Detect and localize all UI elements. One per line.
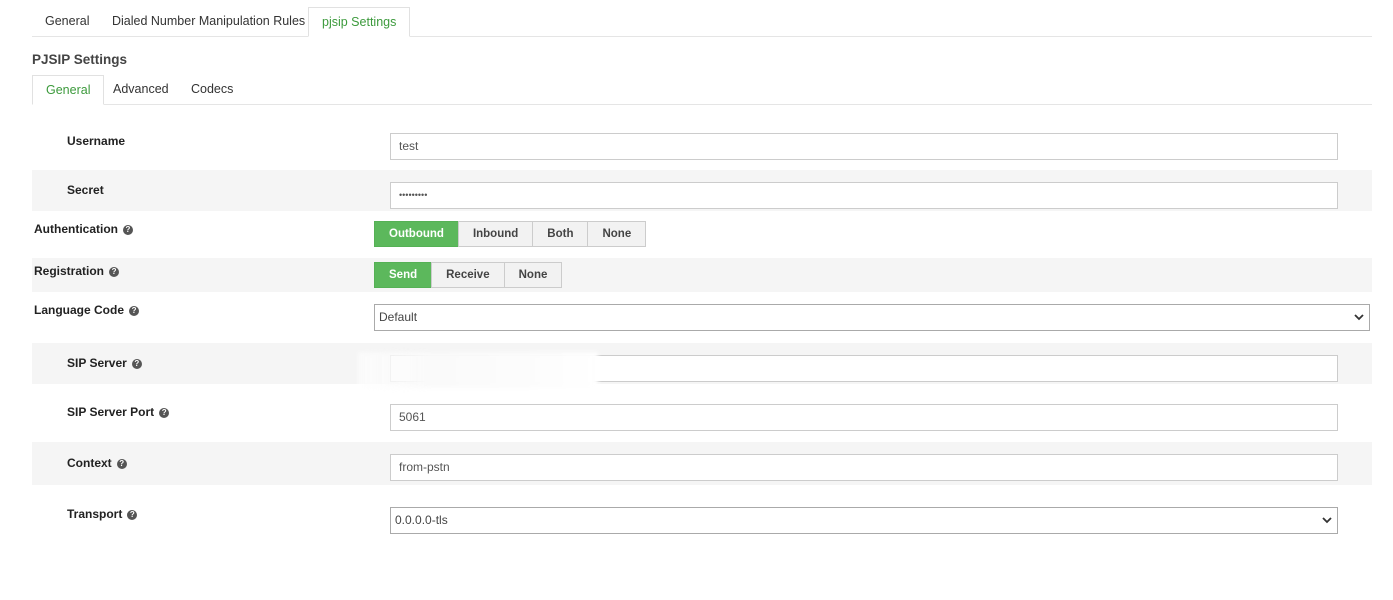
context-input[interactable]: from-pstn bbox=[390, 454, 1338, 481]
transport-select[interactable]: 0.0.0.0-tls bbox=[390, 507, 1338, 534]
subtab-codecs[interactable]: Codecs bbox=[178, 75, 246, 105]
transport-row: Transport? 0.0.0.0-tls bbox=[32, 494, 1372, 544]
help-icon[interactable]: ? bbox=[127, 510, 138, 520]
sip-server-port-label: SIP Server Port? bbox=[67, 405, 170, 419]
sub-tab-bar: General Advanced Codecs bbox=[32, 75, 1372, 105]
context-row: Context? from-pstn bbox=[32, 442, 1372, 485]
authentication-both-button[interactable]: Both bbox=[532, 221, 589, 247]
section-title: PJSIP Settings bbox=[32, 52, 128, 67]
sip-server-port-label-text: SIP Server Port bbox=[67, 405, 155, 419]
registration-row: Registration? Send Receive None bbox=[32, 258, 1372, 292]
language-code-label: Language Code? bbox=[34, 303, 140, 317]
authentication-inbound-button[interactable]: Inbound bbox=[457, 221, 534, 247]
registration-receive-button[interactable]: Receive bbox=[431, 262, 505, 288]
help-icon[interactable]: ? bbox=[109, 267, 120, 277]
redacted-value-mask bbox=[358, 352, 598, 388]
authentication-button-group: Outbound Inbound Both None bbox=[374, 221, 647, 247]
username-input[interactable]: test bbox=[390, 133, 1338, 160]
authentication-outbound-button[interactable]: Outbound bbox=[374, 221, 459, 247]
secret-input[interactable]: ••••••••• bbox=[390, 182, 1338, 209]
context-label-text: Context bbox=[67, 456, 112, 470]
tab-dialed-number-manipulation-rules[interactable]: Dialed Number Manipulation Rules bbox=[99, 7, 318, 37]
authentication-row: Authentication? Outbound Inbound Both No… bbox=[32, 214, 1372, 256]
language-code-value: Default bbox=[379, 310, 418, 324]
sip-server-port-input[interactable]: 5061 bbox=[390, 404, 1338, 431]
tab-general[interactable]: General bbox=[32, 7, 102, 37]
registration-label-text: Registration bbox=[34, 264, 105, 278]
help-icon[interactable]: ? bbox=[123, 225, 133, 235]
language-code-label-text: Language Code bbox=[34, 303, 125, 317]
username-row: Username test bbox=[32, 120, 1372, 166]
chevron-down-icon bbox=[1322, 517, 1332, 524]
chevron-down-icon bbox=[1354, 314, 1364, 321]
registration-button-group: Send Receive None bbox=[374, 262, 563, 288]
transport-value: 0.0.0.0-tls bbox=[395, 513, 448, 527]
sip-server-port-row: SIP Server Port? 5061 bbox=[32, 392, 1372, 440]
subtab-advanced[interactable]: Advanced bbox=[100, 75, 182, 105]
help-icon[interactable]: ? bbox=[129, 306, 140, 316]
registration-label: Registration? bbox=[34, 264, 120, 278]
context-label: Context? bbox=[67, 456, 127, 470]
secret-label: Secret bbox=[67, 183, 104, 197]
help-icon[interactable]: ? bbox=[131, 359, 142, 369]
language-code-row: Language Code? Default bbox=[32, 295, 1372, 339]
tab-pjsip-settings[interactable]: pjsip Settings bbox=[308, 7, 411, 37]
transport-label-text: Transport bbox=[67, 507, 123, 521]
username-label: Username bbox=[67, 134, 126, 148]
language-code-select[interactable]: Default bbox=[374, 304, 1370, 331]
subtab-general[interactable]: General bbox=[32, 75, 105, 105]
sip-server-label: SIP Server? bbox=[67, 356, 142, 370]
authentication-label: Authentication? bbox=[34, 222, 133, 236]
secret-row: Secret ••••••••• bbox=[32, 170, 1372, 211]
registration-none-button[interactable]: None bbox=[503, 262, 563, 288]
help-icon[interactable]: ? bbox=[159, 408, 170, 418]
sip-server-row: SIP Server? bbox=[32, 343, 1372, 384]
top-tab-bar: General Dialed Number Manipulation Rules… bbox=[32, 7, 1372, 37]
sip-server-label-text: SIP Server bbox=[67, 356, 127, 370]
registration-send-button[interactable]: Send bbox=[374, 262, 433, 288]
authentication-label-text: Authentication bbox=[34, 222, 118, 236]
authentication-none-button[interactable]: None bbox=[587, 221, 647, 247]
transport-label: Transport? bbox=[67, 507, 138, 521]
help-icon[interactable]: ? bbox=[116, 459, 127, 469]
